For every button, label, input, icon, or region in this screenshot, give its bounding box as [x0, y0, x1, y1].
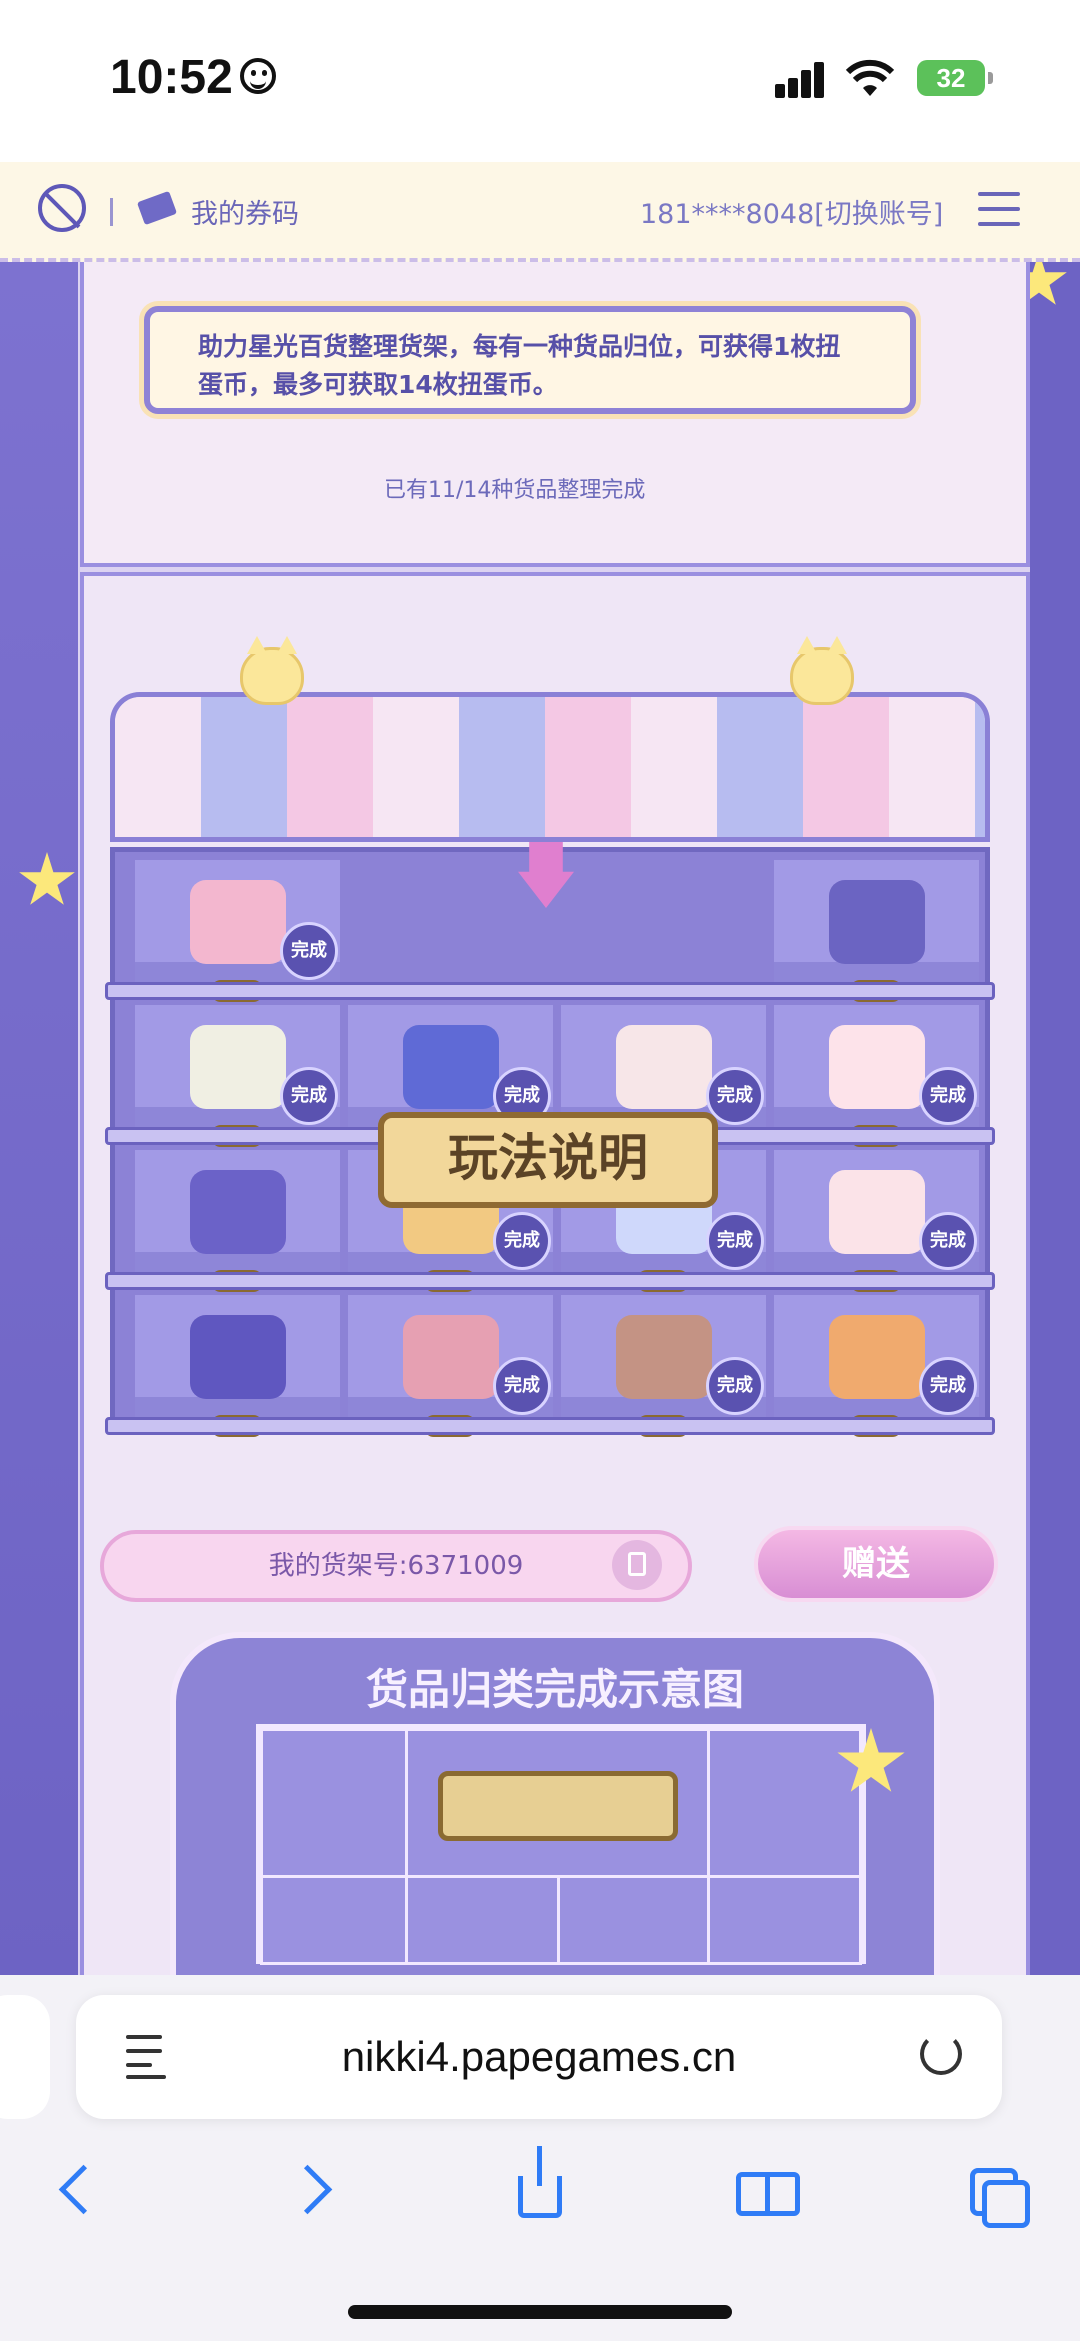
preview-grid — [256, 1724, 866, 1965]
shelf-slot[interactable]: 完成 — [774, 1005, 979, 1127]
shelf-slot[interactable] — [135, 1150, 340, 1272]
address-bar[interactable]: nikki4.papegames.cn — [76, 1995, 1002, 2119]
reload-icon[interactable] — [920, 2033, 962, 2075]
smiley-icon — [240, 58, 276, 94]
preview-panel: 货品归类完成示意图 — [170, 1632, 940, 1975]
chevron-right-icon — [282, 2164, 333, 2215]
completed-badge: 完成 — [706, 1212, 764, 1270]
flower-basket-icon — [190, 1025, 286, 1109]
howto-button[interactable]: 玩法说明 — [378, 1112, 718, 1208]
shelf-slot[interactable]: 完成 — [561, 1295, 766, 1417]
shelf-slot[interactable] — [774, 860, 979, 982]
account-switch-link[interactable]: 181****8048[切换账号] — [640, 192, 943, 231]
camera-icon — [829, 1315, 925, 1399]
shelf-slot[interactable] — [135, 1295, 340, 1417]
copy-icon[interactable] — [612, 1540, 662, 1590]
battery-icon: 32 — [917, 60, 993, 96]
shelf-slot[interactable]: 完成 — [561, 1005, 766, 1127]
ticket-icon[interactable] — [136, 190, 178, 226]
left-decoration — [0, 262, 78, 1975]
hat-icon — [190, 1170, 286, 1254]
wifi-icon — [845, 59, 895, 96]
share-button[interactable] — [500, 2146, 580, 2230]
plaque-icon — [438, 1771, 678, 1841]
share-icon — [518, 2146, 562, 2218]
status-bar: 10:52 32 — [0, 0, 1080, 162]
top-nav: 我的券码 181****8048[切换账号] — [0, 162, 1080, 262]
notice-panel: 助力星光百货整理货架，每有一种货品归位，可获得1枚扭蛋币，最多可获取14枚扭蛋币… — [80, 262, 1030, 567]
shelf-slot[interactable]: 完成 — [135, 1005, 340, 1127]
cat-icon — [790, 636, 854, 705]
previous-tab-preview[interactable] — [0, 1995, 50, 2119]
browser-toolbar: nikki4.papegames.cn — [0, 1975, 1080, 2341]
tabs-button[interactable] — [960, 2150, 1040, 2230]
book-icon — [736, 2172, 800, 2216]
back-button[interactable] — [40, 2150, 120, 2230]
event-page: 助力星光百货整理货架，每有一种货品归位，可获得1枚扭蛋币，最多可获取14枚扭蛋币… — [0, 262, 1080, 1975]
music-mute-icon[interactable] — [38, 184, 86, 232]
moon-pillow-icon — [190, 1315, 286, 1399]
url-text[interactable]: nikki4.papegames.cn — [76, 2033, 1002, 2081]
tabs-icon — [982, 2180, 1030, 2228]
awning — [110, 692, 990, 842]
completed-badge: 完成 — [493, 1357, 551, 1415]
completed-badge: 完成 — [493, 1212, 551, 1270]
shell-ring-icon — [616, 1025, 712, 1109]
chevron-left-icon — [58, 2164, 109, 2215]
cat-icon — [240, 636, 304, 705]
nav-divider — [110, 198, 113, 226]
shelf-plank — [105, 1417, 995, 1435]
completed-badge: 完成 — [280, 1067, 338, 1125]
shelf-slot[interactable]: 完成 — [348, 1295, 553, 1417]
shop-shelves: 完成0200完成01完成01完成01完成0100完成01完成01完成0100完成… — [105, 636, 995, 1442]
cake-icon — [616, 1315, 712, 1399]
perfume-icon — [403, 1025, 499, 1109]
bunny-mug-icon — [829, 1025, 925, 1109]
progress-text: 已有11/14种货品整理完成 — [384, 478, 646, 503]
milk-box-icon — [829, 1170, 925, 1254]
completed-badge: 完成 — [919, 1067, 977, 1125]
notice-text: 助力星光百货整理货架，每有一种货品归位，可获得1枚扭蛋币，最多可获取14枚扭蛋币… — [144, 306, 916, 414]
shelf-slot[interactable]: 完成 — [774, 1295, 979, 1417]
menu-icon[interactable] — [978, 192, 1020, 228]
preview-title: 货品归类完成示意图 — [365, 1665, 744, 1714]
shelf-slot[interactable]: 完成 — [774, 1150, 979, 1272]
forward-button[interactable] — [270, 2150, 350, 2230]
shelf-number-field: 我的货架号:6371009 — [100, 1530, 692, 1602]
gift-button[interactable]: 赠送 — [754, 1526, 998, 1602]
notebook-icon — [829, 880, 925, 964]
shelf-slot[interactable]: 完成 — [135, 860, 340, 982]
my-coupons-link[interactable]: 我的券码 — [191, 192, 299, 231]
backpack-icon — [190, 880, 286, 964]
shelf-slot[interactable]: 完成 — [348, 1005, 553, 1127]
shelf-row: 00完成02完成01完成02 — [115, 1287, 985, 1437]
completed-badge: 完成 — [919, 1357, 977, 1415]
bookmarks-button[interactable] — [730, 2150, 810, 2230]
right-decoration — [1030, 262, 1080, 1975]
completed-badge: 完成 — [706, 1357, 764, 1415]
palette-icon — [403, 1315, 499, 1399]
home-indicator — [348, 2305, 732, 2319]
completed-badge: 完成 — [280, 922, 338, 980]
status-time: 10:52 — [110, 51, 233, 104]
cellular-signal-icon — [775, 58, 831, 98]
completed-badge: 完成 — [919, 1212, 977, 1270]
